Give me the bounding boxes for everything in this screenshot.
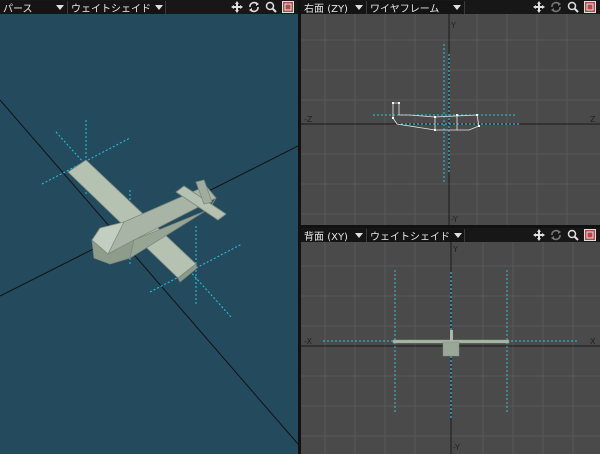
perspective-canvas[interactable] (0, 14, 298, 454)
rotate-view-icon[interactable] (549, 1, 563, 13)
zoom-icon[interactable] (566, 1, 580, 13)
maximize-icon[interactable] (583, 1, 597, 13)
view-type-label: 右面 (304, 3, 324, 15)
right-view-canvas[interactable]: Y -Z Z -Y (301, 14, 600, 225)
view-type-label: パース (3, 3, 33, 15)
move-view-icon[interactable] (532, 1, 546, 13)
move-view-icon[interactable] (532, 229, 546, 241)
chevron-down-icon (56, 4, 64, 10)
axis-letter-right: Z (590, 115, 596, 124)
chevron-down-icon (355, 232, 363, 238)
move-view-icon[interactable] (230, 1, 244, 13)
view-type-dropdown[interactable]: パース (0, 0, 68, 15)
rotate-view-icon[interactable] (549, 229, 563, 241)
axis-letter-left: -X (304, 337, 312, 346)
view-type-dropdown[interactable]: 背面 (XY) (301, 228, 367, 243)
back-view-canvas[interactable]: Y -X X -Y (301, 242, 600, 454)
view-type-label: 背面 (304, 231, 324, 243)
zoom-icon[interactable] (264, 1, 278, 13)
rotate-view-icon[interactable] (247, 1, 261, 13)
zoom-icon[interactable] (566, 229, 580, 241)
shading-mode-label: ウェイトシェイド (71, 3, 151, 15)
back-view-toolbar: 背面 (XY) ウェイトシェイド (301, 228, 600, 243)
shading-mode-label: ウェイトシェイド (370, 231, 450, 243)
right-view-toolbar: 右面 (ZY) ワイヤフレーム (301, 0, 600, 15)
perspective-viewport[interactable]: パース ウェイトシェイド (0, 0, 298, 454)
perspective-toolbar: パース ウェイトシェイド (0, 0, 298, 15)
shading-mode-dropdown[interactable]: ウェイトシェイド (68, 0, 166, 15)
back-view-viewport[interactable]: 背面 (XY) ウェイトシェイド Y -X X -Y (301, 228, 600, 454)
chevron-down-icon (453, 4, 461, 10)
axis-letter-top: Y (452, 245, 458, 254)
axis-letter-bottom: -Y (451, 215, 458, 224)
axis-letter-right: X (590, 337, 596, 346)
maximize-icon[interactable] (583, 229, 597, 241)
chevron-down-icon (355, 4, 363, 10)
axis-letter-left: -Z (304, 115, 313, 124)
shading-mode-dropdown[interactable]: ワイヤフレーム (367, 0, 465, 15)
shading-mode-label: ワイヤフレーム (370, 3, 440, 15)
view-axes-label: (XY) (327, 231, 348, 243)
chevron-down-icon (155, 4, 163, 10)
chevron-down-icon (454, 232, 462, 238)
view-type-dropdown[interactable]: 右面 (ZY) (301, 0, 367, 15)
viewport-background (301, 14, 600, 225)
axis-letter-bottom: -Y (453, 443, 460, 452)
shading-mode-dropdown[interactable]: ウェイトシェイド (367, 228, 465, 243)
view-axes-label: (ZY) (327, 3, 348, 15)
axis-letter-top: Y (450, 21, 456, 30)
right-view-viewport[interactable]: 右面 (ZY) ワイヤフレーム Y -Z Z -Y (301, 0, 600, 225)
maximize-icon[interactable] (281, 1, 295, 13)
